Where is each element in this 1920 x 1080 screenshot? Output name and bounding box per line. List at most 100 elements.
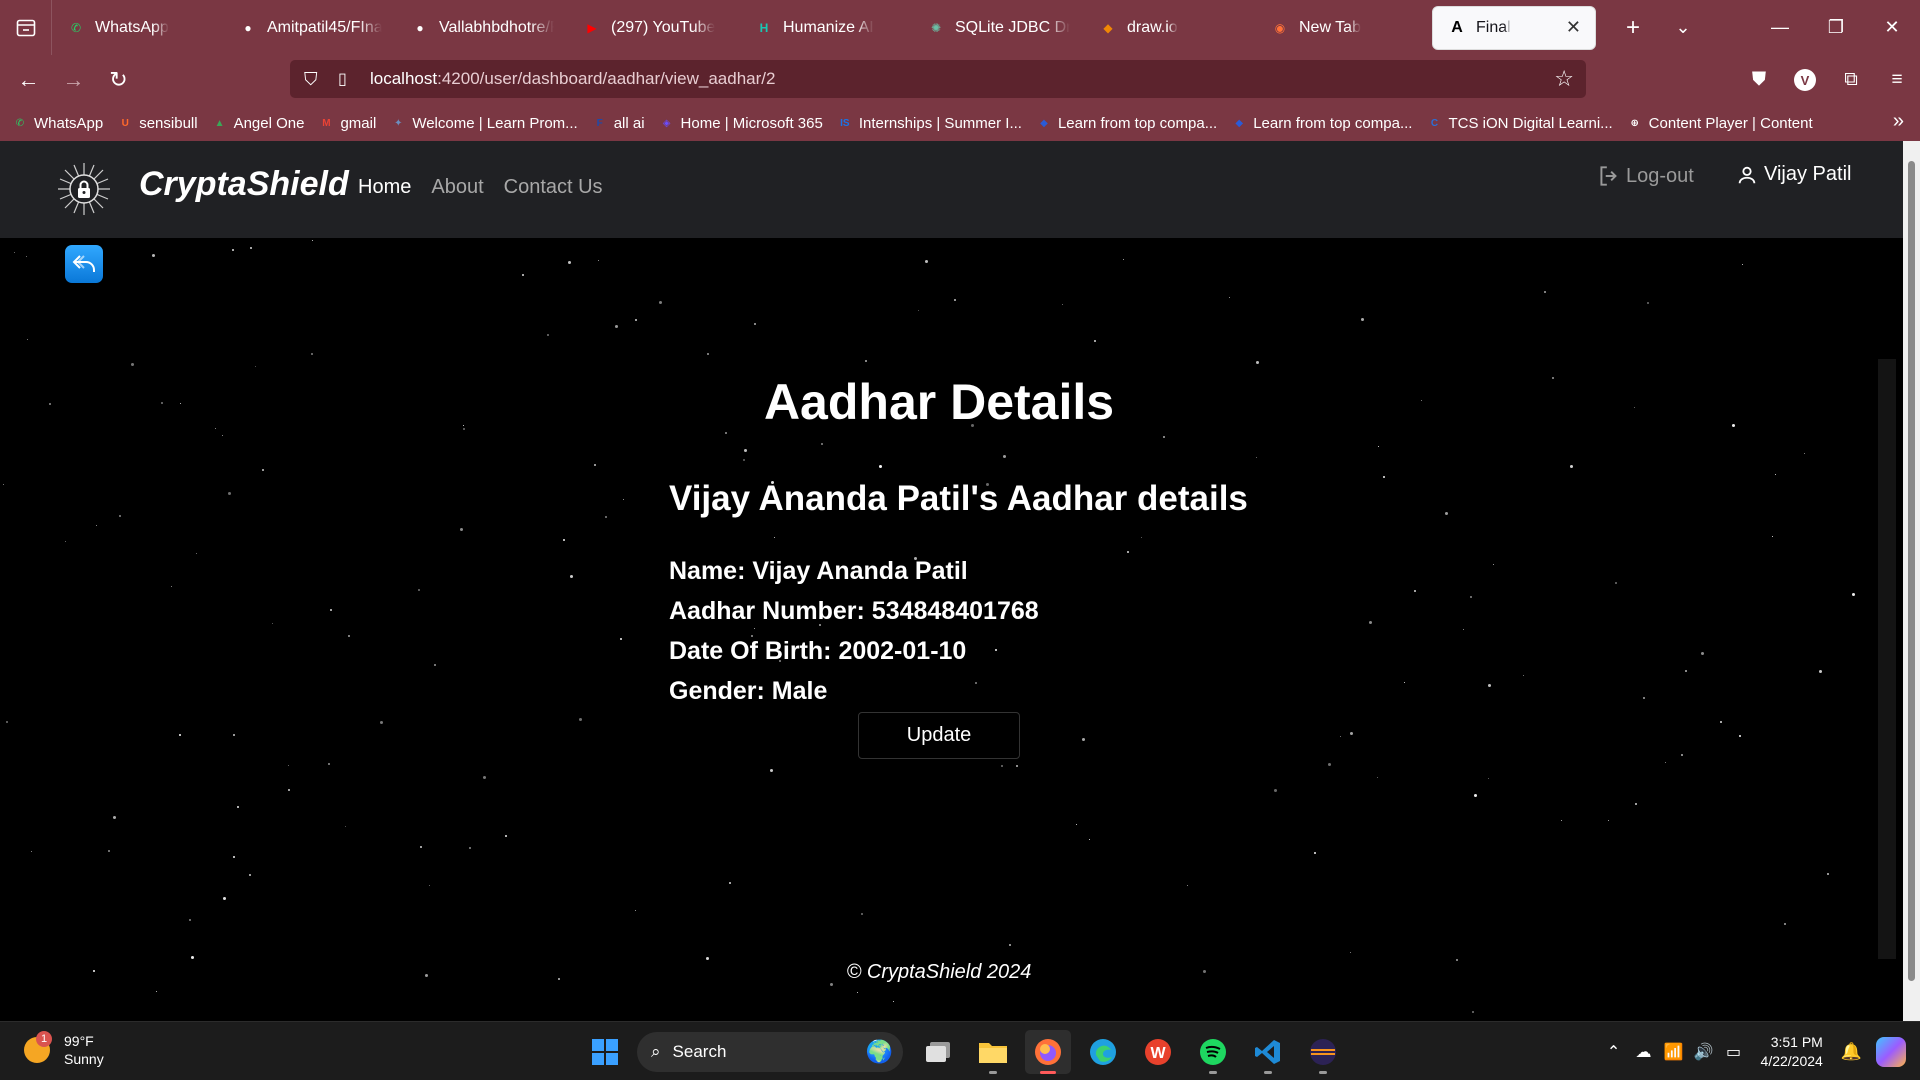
humanize-ai-icon: H xyxy=(759,20,769,35)
taskbar-search[interactable]: ⌕ Search 🌍 xyxy=(637,1032,903,1072)
star-dot xyxy=(1274,789,1277,792)
bookmark-item[interactable]: ✆ WhatsApp xyxy=(12,115,103,132)
vscode-button[interactable] xyxy=(1245,1030,1291,1074)
url-text[interactable]: localhost:4200/user/dashboard/aadhar/vie… xyxy=(370,69,775,89)
bookmarks-overflow-icon[interactable]: » xyxy=(1893,110,1904,133)
wps-office-button[interactable]: W xyxy=(1135,1030,1181,1074)
browser-tab[interactable]: H Humanize AI xyxy=(740,6,912,50)
youtube-icon: ▶ xyxy=(587,20,597,35)
bookmark-item[interactable]: ◆ Learn from top compa... xyxy=(1036,115,1217,132)
star-dot xyxy=(171,586,172,587)
minimize-window-icon[interactable]: — xyxy=(1752,0,1808,55)
cryptashield-logo-icon[interactable] xyxy=(56,161,112,217)
star-dot xyxy=(255,366,256,367)
edge-button[interactable] xyxy=(1080,1030,1126,1074)
file-explorer-button[interactable] xyxy=(970,1030,1016,1074)
bookmark-star-icon[interactable]: ☆ xyxy=(1554,66,1574,92)
wifi-icon[interactable]: 📶 xyxy=(1659,1042,1689,1062)
star-dot xyxy=(189,919,191,921)
nav-contact-link[interactable]: Contact Us xyxy=(504,176,603,199)
pocket-icon[interactable]: ⛊ xyxy=(1736,69,1782,91)
bookmark-item[interactable]: ◆ Learn from top compa... xyxy=(1231,115,1412,132)
star-dot xyxy=(1474,794,1477,797)
star-dot xyxy=(861,913,863,915)
bookmark-item[interactable]: C TCS iON Digital Learni... xyxy=(1426,115,1613,132)
firefox-button[interactable] xyxy=(1025,1030,1071,1074)
menu-hamburger-icon[interactable]: ≡ xyxy=(1874,69,1920,91)
spotify-button[interactable] xyxy=(1190,1030,1236,1074)
star-dot xyxy=(1187,885,1188,886)
bookmark-item[interactable]: ▲ Angel One xyxy=(212,115,305,132)
clock[interactable]: 3:51 PM 4/22/2024 xyxy=(1761,1033,1823,1071)
notification-bell-icon[interactable]: 🔔 xyxy=(1841,1042,1862,1062)
search-label: Search xyxy=(672,1042,727,1061)
reload-icon[interactable]: ↻ xyxy=(96,67,141,93)
browser-tab[interactable]: ▶ (297) YouTube xyxy=(568,6,740,50)
new-tab-plus-icon[interactable]: + xyxy=(1608,14,1658,42)
bookmark-item[interactable]: Fall ai xyxy=(592,115,645,132)
nav-about-link[interactable]: About xyxy=(431,176,483,199)
bookmark-item[interactable]: IS Internships | Summer I... xyxy=(837,115,1022,132)
bookmark-item[interactable]: ◈ Home | Microsoft 365 xyxy=(659,115,823,132)
tracking-shield-icon[interactable]: ⛉ xyxy=(304,69,326,90)
star-dot xyxy=(312,240,313,241)
browser-tab[interactable]: ✺ SQLite JDBC Drive xyxy=(912,6,1084,50)
bookmark-item[interactable]: Mgmail xyxy=(318,115,376,132)
browser-tab[interactable]: ◉ New Tab xyxy=(1256,6,1428,50)
copilot-icon[interactable] xyxy=(1876,1036,1906,1067)
chevron-down-icon[interactable]: ⌄ xyxy=(1658,17,1708,38)
forward-arrow-icon[interactable]: → xyxy=(51,67,96,93)
scrollbar-thumb[interactable] xyxy=(1908,161,1915,981)
task-view-button[interactable] xyxy=(915,1030,961,1074)
bookmarks-toolbar: ✆ WhatsApp Usensibull ▲ Angel One Mgmail ✦ Welc… xyxy=(0,105,1920,141)
close-tab-icon[interactable]: ✕ xyxy=(1566,17,1581,38)
browser-tab[interactable]: ● Amitpatil45/FInal xyxy=(224,6,396,50)
back-button[interactable] xyxy=(65,245,103,283)
update-button[interactable]: Update xyxy=(858,712,1020,759)
star-dot xyxy=(1141,537,1142,538)
extensions-icon[interactable]: ⧉ xyxy=(1828,69,1874,91)
browser-tab[interactable]: ● Vallabhbdhotre/F xyxy=(396,6,568,50)
restore-window-icon[interactable]: ❐ xyxy=(1808,0,1864,55)
star-dot xyxy=(754,323,756,325)
weather-widget[interactable]: 1 99°F Sunny xyxy=(24,1031,104,1068)
browser-tab[interactable]: ✆ WhatsApp xyxy=(52,6,224,50)
star-dot xyxy=(191,956,194,959)
page-scrollbar[interactable] xyxy=(1903,141,1920,1021)
user-profile-button[interactable]: Vijay Patil xyxy=(1736,163,1851,186)
field-date-of-birth: Date Of Birth: 2002-01-10 xyxy=(669,637,967,665)
onedrive-icon[interactable]: ☁ xyxy=(1629,1042,1659,1062)
star-dot xyxy=(328,763,330,765)
star-dot xyxy=(113,816,116,819)
browser-tab[interactable]: ◆ draw.io xyxy=(1084,6,1256,50)
github-icon: ● xyxy=(244,20,252,35)
page-title: Aadhar Details xyxy=(763,374,1115,430)
logout-button[interactable]: Log-out xyxy=(1596,163,1694,189)
eclipse-button[interactable] xyxy=(1300,1030,1346,1074)
tab-title: SQLite JDBC Drive xyxy=(955,18,1070,36)
bookmark-item[interactable]: ⊕ Content Player | Content xyxy=(1627,115,1812,132)
profile-avatar[interactable]: V xyxy=(1782,69,1828,92)
battery-icon[interactable]: ▭ xyxy=(1719,1042,1749,1062)
close-window-icon[interactable]: ✕ xyxy=(1864,0,1920,55)
firefox-icon: ◉ xyxy=(1274,20,1286,35)
tab-list-button[interactable] xyxy=(0,0,52,55)
brand-name[interactable]: CryptaShield xyxy=(139,165,349,204)
bookmark-item[interactable]: Usensibull xyxy=(117,115,198,132)
back-arrow-icon[interactable]: ← xyxy=(6,67,51,93)
start-button[interactable] xyxy=(582,1030,628,1074)
show-hidden-icons-chevron-icon[interactable]: ⌃ xyxy=(1599,1042,1629,1062)
weather-badge: 1 xyxy=(36,1031,52,1047)
tab-active-final[interactable]: A Final ✕ xyxy=(1432,5,1596,50)
bookmark-item[interactable]: ✦ Welcome | Learn Prom... xyxy=(390,115,578,132)
clock-time: 3:51 PM xyxy=(1770,1033,1823,1050)
url-bar[interactable]: ⛉ ▯ localhost:4200/user/dashboard/aadhar… xyxy=(290,60,1586,98)
star-dot xyxy=(729,882,731,884)
star-dot xyxy=(1016,765,1018,767)
volume-icon[interactable]: 🔊 xyxy=(1689,1042,1719,1062)
star-dot xyxy=(222,435,223,436)
nav-home-link[interactable]: Home xyxy=(358,176,411,199)
bookmark-label: Learn from top compa... xyxy=(1253,114,1413,132)
page-info-icon[interactable]: ▯ xyxy=(338,69,356,89)
bookmark-favicon-icon: ▲ xyxy=(214,117,225,129)
